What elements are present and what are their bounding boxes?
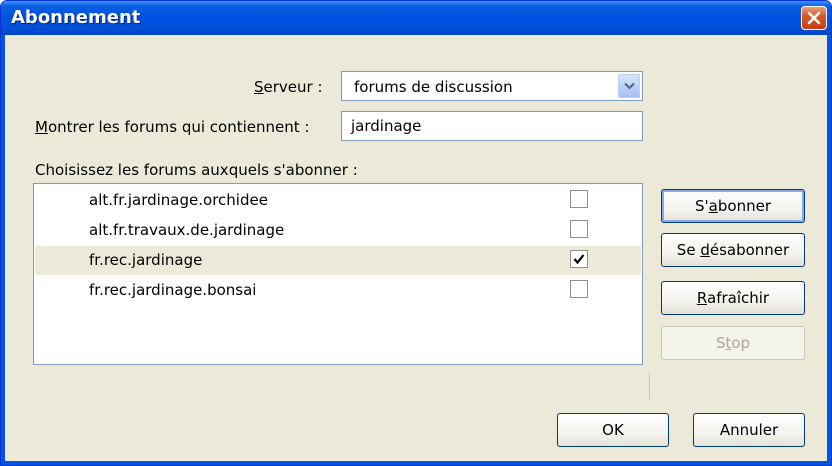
subscribe-checkbox[interactable] [570, 190, 588, 208]
list-item[interactable]: alt.fr.jardinage.orchidee [35, 186, 641, 215]
forum-name: fr.rec.jardinage.bonsai [89, 281, 257, 299]
checkmark-icon [573, 254, 585, 265]
forum-name: alt.fr.jardinage.orchidee [89, 191, 268, 209]
window-border-left [1, 35, 5, 465]
chevron-down-icon [624, 82, 635, 90]
server-select[interactable]: forums de discussion [341, 71, 643, 101]
filter-label-rest: ontrer les forums qui contiennent : [47, 118, 310, 136]
subscribe-button[interactable]: S'abonner [661, 189, 805, 223]
subscribe-checkbox[interactable] [570, 250, 588, 268]
server-label: Serveur : [254, 78, 323, 96]
list-item[interactable]: alt.fr.travaux.de.jardinage [35, 216, 641, 245]
window-border-right [827, 35, 831, 465]
list-label: Choisissez les forums auxquels s'abonner… [35, 161, 358, 179]
filter-input[interactable]: jardinage [341, 111, 643, 141]
forum-list[interactable]: alt.fr.jardinage.orchidee alt.fr.travaux… [33, 183, 643, 365]
forum-name: alt.fr.travaux.de.jardinage [89, 221, 285, 239]
forum-name: fr.rec.jardinage [89, 251, 203, 269]
close-icon [807, 11, 821, 25]
list-item[interactable]: fr.rec.jardinage.bonsai [35, 276, 641, 305]
window-border-bottom [1, 461, 831, 465]
title-bar[interactable]: Abonnement [1, 1, 831, 35]
close-button[interactable] [801, 6, 827, 30]
ok-button[interactable]: OK [557, 413, 669, 447]
unsubscribe-button[interactable]: Se désabonner [661, 233, 805, 267]
server-dropdown-button[interactable] [618, 74, 640, 98]
refresh-button[interactable]: Rafraîchir [661, 281, 805, 315]
subscribe-checkbox[interactable] [570, 280, 588, 298]
subscribe-checkbox[interactable] [570, 220, 588, 238]
dialog-window: Abonnement Serveur : forums de discussio… [0, 0, 832, 466]
filter-label: Montrer les forums qui contiennent : [35, 118, 310, 136]
cancel-button[interactable]: Annuler [693, 413, 805, 447]
separator [649, 373, 650, 399]
stop-button: Stop [661, 326, 805, 360]
server-label-rest: erveur : [263, 78, 323, 96]
server-select-value: forums de discussion [354, 78, 513, 96]
window-title: Abonnement [11, 7, 141, 28]
list-item-selected[interactable]: fr.rec.jardinage [35, 246, 641, 275]
